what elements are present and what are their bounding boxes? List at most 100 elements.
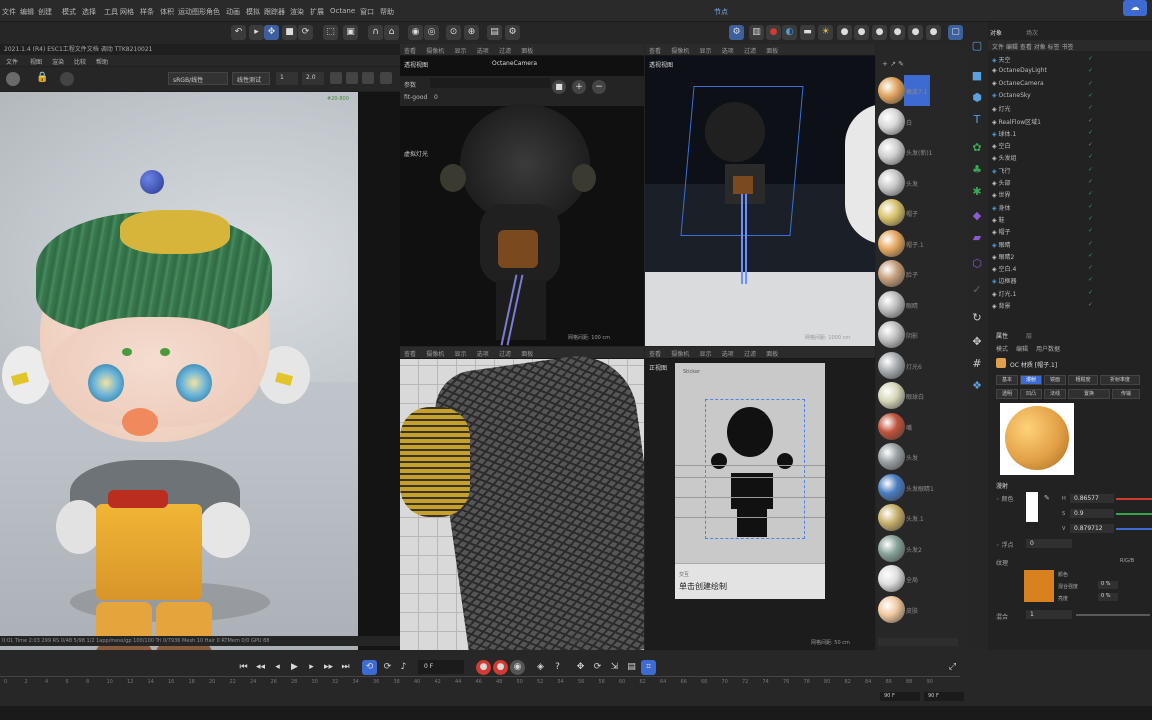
object-row[interactable]: ◈ 帽子 ✓ bbox=[992, 227, 1150, 236]
render-option-icon-3[interactable] bbox=[362, 72, 374, 84]
object-row[interactable]: ◈ 球体.1 ✓ bbox=[992, 129, 1150, 138]
material-swatch[interactable] bbox=[878, 107, 905, 135]
vp-menu-options[interactable]: 选项 bbox=[722, 48, 734, 55]
loop-range-icon[interactable]: ⟳ bbox=[380, 660, 395, 675]
loop-icon[interactable]: ⟲ bbox=[362, 660, 377, 675]
sphere-icon[interactable]: ● bbox=[837, 25, 852, 40]
subtab-roughness[interactable]: 粗糙度 bbox=[1068, 375, 1098, 385]
play-icon[interactable]: ▶ bbox=[287, 660, 302, 675]
vp-menu-camera[interactable]: 摄像机 bbox=[426, 351, 444, 358]
goto-start-icon[interactable]: ⏮ bbox=[236, 660, 251, 675]
object-row[interactable]: ◈ 飞行 ✓ bbox=[992, 166, 1150, 175]
vp-menu-display[interactable]: 显示 bbox=[455, 48, 467, 55]
material-swatch[interactable] bbox=[878, 534, 905, 562]
key-param-icon[interactable]: ▤ bbox=[624, 660, 639, 675]
enabled-check-icon[interactable]: ✓ bbox=[1088, 227, 1093, 234]
key-pla-icon[interactable]: ⌗ bbox=[641, 660, 656, 675]
render-menu-file[interactable]: 文件 bbox=[6, 57, 18, 66]
cloud-icon[interactable]: ☁ bbox=[1123, 0, 1147, 16]
camera-icon[interactable]: ▰ bbox=[969, 230, 985, 246]
menu-simulate[interactable]: 模拟 bbox=[246, 7, 260, 17]
deformer-icon[interactable]: ✿ bbox=[969, 140, 985, 156]
enabled-check-icon[interactable]: ✓ bbox=[1088, 153, 1093, 160]
octane-record-icon[interactable]: ● bbox=[766, 25, 781, 40]
octane-toggle-icon[interactable]: ▬ bbox=[800, 25, 815, 40]
object-row[interactable]: ◈ 边框器 ✓ bbox=[992, 276, 1150, 285]
record-icon[interactable]: ● bbox=[476, 660, 491, 675]
object-row[interactable]: ◈ 眼睛2 ✓ bbox=[992, 252, 1150, 261]
material-swatch[interactable] bbox=[878, 412, 905, 440]
enabled-check-icon[interactable]: ✓ bbox=[1088, 141, 1093, 148]
mix2-field[interactable]: 1 bbox=[1026, 610, 1072, 619]
material-swatch[interactable] bbox=[878, 199, 905, 226]
om-tab-takes[interactable]: 场次 bbox=[1026, 28, 1038, 37]
vp-menu-display[interactable]: 显示 bbox=[455, 351, 467, 358]
subtab-transmission[interactable]: 传输 bbox=[1112, 389, 1140, 399]
render-menu-help[interactable]: 帮助 bbox=[96, 57, 108, 66]
object-row[interactable]: ◈ 眼睛 ✓ bbox=[992, 240, 1150, 249]
prev-key-icon[interactable]: ◂◂ bbox=[253, 660, 268, 675]
attr-tab-attributes[interactable]: 属性 bbox=[996, 331, 1008, 340]
render-view-icon[interactable]: ◎ bbox=[424, 25, 439, 40]
key-move-icon[interactable]: ✥ bbox=[573, 660, 588, 675]
enabled-check-icon[interactable]: ✓ bbox=[1088, 240, 1093, 247]
cloner-icon[interactable]: ♣ bbox=[969, 162, 985, 178]
film-icon[interactable]: ▤ bbox=[487, 25, 502, 40]
color-b-field[interactable]: 0.879712 bbox=[1070, 524, 1114, 533]
enabled-check-icon[interactable]: ✓ bbox=[1088, 55, 1093, 62]
lock-icon[interactable]: ⌂ bbox=[384, 25, 399, 40]
float-field[interactable]: 0 bbox=[1026, 539, 1072, 548]
render-stop-icon[interactable] bbox=[60, 72, 74, 86]
stop-icon[interactable]: ■ bbox=[552, 80, 566, 94]
object-row[interactable]: ◈ OctaneSky ✓ bbox=[992, 92, 1150, 99]
enabled-check-icon[interactable]: ✓ bbox=[1088, 252, 1093, 259]
python-icon[interactable]: ❖ bbox=[969, 378, 985, 394]
cube-icon[interactable]: ■ bbox=[969, 68, 985, 84]
field-icon[interactable]: ⬡ bbox=[969, 256, 985, 272]
menu-edit[interactable]: 编辑 bbox=[20, 7, 34, 17]
color-r-field[interactable]: 0.86577 bbox=[1070, 494, 1114, 503]
brightness-field[interactable]: 0 % bbox=[1098, 593, 1118, 601]
enabled-check-icon[interactable]: ✓ bbox=[1088, 104, 1093, 111]
menu-volume[interactable]: 体积 bbox=[160, 7, 174, 17]
menu-spline[interactable]: 样条 bbox=[140, 7, 154, 17]
material-swatch[interactable] bbox=[878, 565, 905, 592]
enabled-check-icon[interactable]: ✓ bbox=[1088, 276, 1093, 283]
material-swatch[interactable] bbox=[878, 443, 905, 470]
subtab-ior[interactable]: 折射率度 bbox=[1100, 375, 1140, 385]
enabled-check-icon[interactable]: ✓ bbox=[1088, 67, 1093, 74]
menu-character[interactable]: 角色 bbox=[206, 7, 220, 17]
object-row[interactable]: ◈ 头部 ✓ bbox=[992, 178, 1150, 187]
material-swatch[interactable] bbox=[878, 138, 905, 165]
menu-file[interactable]: 文件 bbox=[2, 7, 16, 17]
end-frame-field[interactable]: 90 F bbox=[880, 692, 920, 701]
primitive-icon[interactable]: ⬢ bbox=[969, 90, 985, 106]
gamma-field[interactable]: 2.0 bbox=[302, 72, 324, 85]
enabled-check-icon[interactable]: ✓ bbox=[1088, 129, 1093, 136]
vp-menu-view[interactable]: 查看 bbox=[649, 351, 661, 358]
octane-material-icon[interactable]: ▥ bbox=[749, 25, 764, 40]
menu-select[interactable]: 选择 bbox=[82, 7, 96, 17]
material-swatch[interactable] bbox=[878, 321, 905, 348]
enabled-check-icon[interactable]: ✓ bbox=[1088, 80, 1093, 87]
object-row[interactable]: ◈ RealFlow区域1 ✓ bbox=[992, 117, 1150, 126]
render-play-icon[interactable] bbox=[6, 72, 20, 86]
subtab-specular[interactable]: 镜面 bbox=[1044, 375, 1066, 385]
timeline-expand-icon[interactable]: ⤢ bbox=[945, 660, 960, 675]
subtab-diffuse[interactable]: 漫射 bbox=[1020, 375, 1042, 385]
texture-mode[interactable]: R/G/B bbox=[1120, 558, 1134, 564]
layout-icon[interactable]: ▢ bbox=[948, 25, 963, 40]
menu-extensions[interactable]: 扩展 bbox=[310, 7, 324, 17]
eyedropper-icon[interactable]: ✎ bbox=[1044, 494, 1050, 502]
enabled-check-icon[interactable]: ✓ bbox=[1088, 190, 1093, 197]
color-g-field[interactable]: 0.9 bbox=[1070, 509, 1114, 518]
snap-icon[interactable]: ∩ bbox=[368, 25, 383, 40]
subtab-displacement[interactable]: 置换 bbox=[1068, 389, 1110, 399]
material-swatch[interactable] bbox=[878, 382, 905, 409]
menu-tools[interactable]: 工具 bbox=[104, 7, 118, 17]
object-row[interactable]: ◈ 灯光 ✓ bbox=[992, 104, 1150, 113]
material-swatch[interactable] bbox=[878, 504, 905, 531]
viewport-bottom-right[interactable]: 查看 摄像机 显示 选项 过滤 面板 正视图 Sticker 交互 单击创建绘制… bbox=[645, 347, 875, 650]
color-swatch[interactable] bbox=[1026, 492, 1038, 522]
octane-half-icon[interactable]: ◐ bbox=[782, 25, 797, 40]
